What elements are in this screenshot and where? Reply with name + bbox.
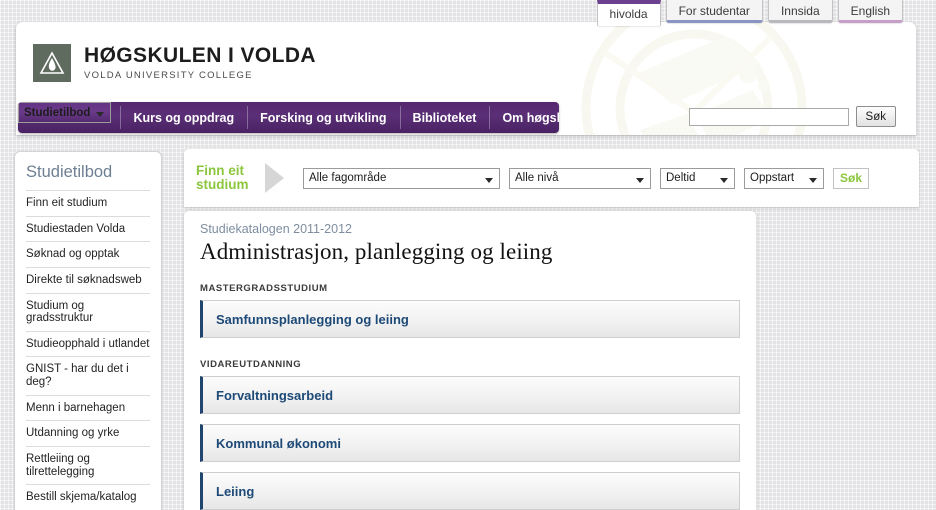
nav-item-biblioteket[interactable]: Biblioteket [399,102,490,133]
study-card-label: Samfunnsplanlegging og leiing [216,311,409,327]
sidebar-title: Studietilbod [26,163,113,181]
nav-item-om-hogskulen[interactable]: Om høgskulen [489,102,559,133]
tab-innsida[interactable]: Innsida [767,0,833,23]
site-tab-strip: hivolda For studentar Innsida English [0,0,936,26]
study-finder-search-button[interactable]: Søk [833,167,870,189]
sidebar-item-studiestaden-volda[interactable]: Studiestaden Volda [26,215,150,242]
study-finder-label: Finn eit studium [196,162,258,192]
sidebar-item-soknad-og-opptak[interactable]: Søknad og opptak [26,241,150,267]
main-navigation: Studietilbod Kurs og oppdrag Forsking og… [18,102,559,133]
logo-mark-icon [33,44,71,82]
sidebar-item-studium-og-gradsstruktur[interactable]: Studium og gradsstruktur [26,292,150,331]
page-title: Administrasjon, planlegging og leiing [200,239,553,264]
study-card-label: Forvaltningsarbeid [216,387,334,403]
filter-studieform-select[interactable]: Deltid [660,167,735,189]
study-card-label: Leiing [216,483,255,499]
header-search: Søk [688,106,896,127]
filter-niva-select[interactable]: Alle nivå [509,167,651,189]
sidebar-item-bestill-skjema-katalog[interactable]: Bestill skjema/katalog [26,484,150,510]
filter-oppstart-select[interactable]: Oppstart [744,167,824,189]
brand-name: HØGSKULEN I VOLDA [84,44,316,68]
sidebar: Studietilbod Finn eit studium Studiestad… [14,151,162,510]
sidebar-item-direkte-til-soknadsweb[interactable]: Direkte til søknadsweb [26,266,150,293]
nav-item-kurs[interactable]: Kurs og oppdrag [120,102,247,133]
brand-tagline: VOLDA UNIVERSITY COLLEGE [84,69,253,81]
study-finder-filters: Alle fagområde Alle nivå Deltid Oppstart… [303,167,870,189]
tab-for-studentar[interactable]: For studentar [665,0,763,23]
study-finder-bar: Finn eit studium Alle fagområde Alle niv… [184,149,919,207]
study-card-kommunal-okonomi[interactable]: Kommunal økonomi [200,424,740,462]
sidebar-item-gnist[interactable]: GNIST - har du det i deg? [26,356,150,394]
sidebar-item-menn-i-barnehagen[interactable]: Menn i barnehagen [26,394,150,421]
arrow-right-icon [265,163,284,193]
study-finder-label-line2: studium [196,177,249,192]
tab-hivolda[interactable]: hivolda [596,0,661,26]
group-label-vidareutdanning: VIDAREUTDANNING [200,359,302,370]
sidebar-item-rettleiing[interactable]: Rettleiing og tilrettelegging [26,446,150,484]
group-label-mastergradsstudium: MASTERGRADSSTUDIUM [200,283,328,294]
study-card-label: Kommunal økonomi [216,435,341,451]
study-card-forvaltningsarbeid[interactable]: Forvaltningsarbeid [200,376,740,414]
main-content: Studiekatalogen 2011-2012 Administrasjon… [184,211,756,510]
site-logo[interactable]: HØGSKULEN I VOLDA VOLDA UNIVERSITY COLLE… [33,44,316,82]
sidebar-item-finn-eit-studium[interactable]: Finn eit studium [26,190,150,216]
catalog-kicker: Studiekatalogen 2011-2012 [200,222,352,236]
header-search-input[interactable] [688,107,849,126]
sidebar-item-utdanning-og-yrke[interactable]: Utdanning og yrke [26,420,150,446]
sidebar-item-studieopphald-i-utlandet[interactable]: Studieopphald i utlandet [26,330,150,357]
tab-english[interactable]: English [837,0,903,23]
study-finder-label-line1: Finn eit [196,162,244,178]
header-search-button[interactable]: Søk [855,106,896,127]
study-card-samfunnsplanlegging[interactable]: Samfunnsplanlegging og leiing [200,300,740,338]
filter-fagomrade-select[interactable]: Alle fagområde [303,167,500,189]
nav-item-studietilbod[interactable]: Studietilbod [18,102,112,123]
nav-item-forsking[interactable]: Forsking og utvikling [247,102,399,133]
study-card-leiing[interactable]: Leiing [200,472,740,510]
